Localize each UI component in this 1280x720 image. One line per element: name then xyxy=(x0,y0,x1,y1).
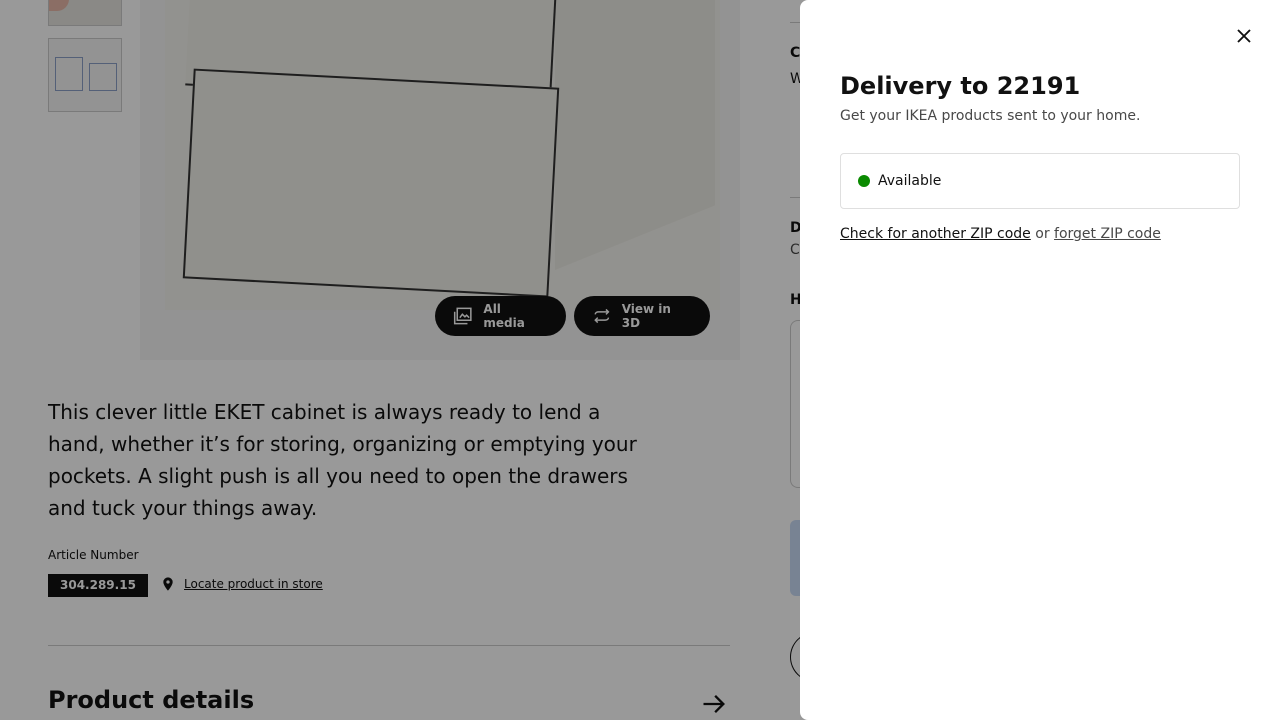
availability-status: Available xyxy=(878,173,942,189)
zip-options: Check for another ZIP code or forget ZIP… xyxy=(840,226,1161,242)
forget-zip-link[interactable]: forget ZIP code xyxy=(1054,226,1161,242)
check-zip-link[interactable]: Check for another ZIP code xyxy=(840,226,1031,242)
panel-title: Delivery to 22191 xyxy=(840,72,1081,100)
panel-subtitle: Get your IKEA products sent to your home… xyxy=(840,108,1141,124)
availability-box: Available xyxy=(840,153,1240,209)
status-dot xyxy=(858,175,870,187)
close-button[interactable] xyxy=(1224,16,1264,56)
close-icon xyxy=(1237,29,1251,43)
or-text: or xyxy=(1035,226,1050,242)
